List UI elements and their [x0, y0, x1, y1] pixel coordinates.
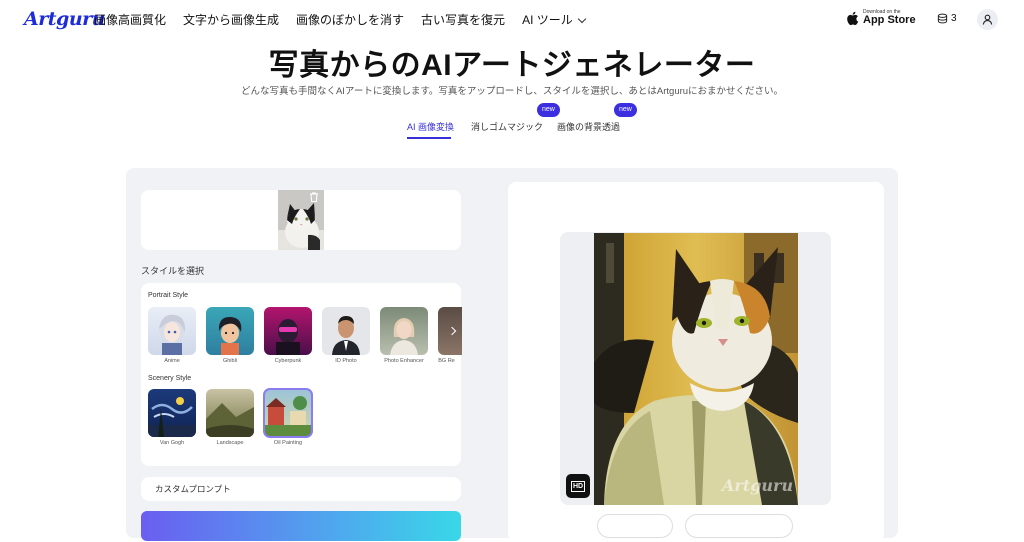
custom-prompt-label: カスタムプロンプト	[155, 484, 231, 494]
style-landscape[interactable]	[206, 389, 254, 437]
new-badge: new	[614, 103, 637, 117]
nav-links: 画像高画質化 文字から画像生成 画像のぼかしを消す 古い写真を復元 AI ツール	[94, 11, 586, 28]
scenery-style-label: Scenery Style	[148, 375, 192, 382]
action-button[interactable]	[685, 514, 793, 538]
style-name: Photo Enhancer	[384, 358, 424, 364]
user-avatar-button[interactable]	[977, 9, 998, 30]
tab-magic-eraser[interactable]: 消しゴムマジック	[471, 120, 543, 133]
app-store-button[interactable]: Download on the App Store	[846, 10, 916, 26]
watermark: Artguru	[722, 476, 794, 495]
coins-stack-icon	[937, 13, 948, 24]
hd-upscale-button[interactable]: HD	[566, 474, 590, 498]
style-ghibli[interactable]	[206, 307, 254, 355]
action-button[interactable]	[597, 514, 673, 538]
new-badge: new	[537, 103, 560, 117]
tab-remove-background[interactable]: 画像の背景透過	[557, 120, 620, 133]
style-anime[interactable]	[148, 307, 196, 355]
credits-counter[interactable]: 3	[937, 13, 957, 24]
chevron-down-icon	[577, 14, 586, 24]
delete-icon[interactable]	[308, 191, 320, 203]
top-nav: Artguru 画像高画質化 文字から画像生成 画像のぼかしを消す 古い写真を復…	[0, 0, 1024, 38]
style-name: Anime	[164, 358, 180, 364]
generate-button[interactable]	[141, 511, 461, 541]
apple-icon	[847, 11, 859, 25]
scroll-right-button[interactable]	[443, 318, 461, 344]
credits-count: 3	[951, 13, 957, 24]
user-icon	[982, 14, 993, 25]
nav-link-unblur[interactable]: 画像のぼかしを消す	[296, 11, 404, 28]
style-photo-enhancer[interactable]	[380, 307, 428, 355]
style-name: Van Gogh	[159, 440, 185, 446]
hd-icon: HD	[570, 480, 586, 492]
app-store-big: App Store	[863, 14, 916, 26]
style-cyberpunk[interactable]	[264, 307, 312, 355]
nav-link-text-to-image[interactable]: 文字から画像生成	[183, 11, 279, 28]
active-tab-indicator	[407, 137, 451, 139]
chevron-right-icon	[447, 326, 457, 336]
portrait-style-label: Portrait Style	[148, 292, 189, 299]
nav-link-upscale[interactable]: 画像高画質化	[94, 11, 166, 28]
style-name: Ghibli	[222, 358, 238, 364]
nav-link-ai-tools[interactable]: AI ツール	[522, 11, 586, 28]
page-subtitle: どんな写真も手間なくAIアートに変換します。写真をアップロードし、スタイルを選択…	[240, 86, 784, 97]
logo[interactable]: Artguru	[24, 8, 105, 30]
style-name: ID Photo	[335, 358, 357, 364]
style-name: Landscape	[216, 440, 244, 446]
style-section-label: スタイルを選択	[141, 266, 205, 276]
app-store-text: Download on the App Store	[863, 10, 916, 26]
style-name: Cyberpunk	[274, 358, 302, 364]
style-name: Oil Painting	[273, 440, 303, 446]
generated-image	[594, 233, 798, 505]
page-title: 写真からのAIアートジェネレーター	[268, 49, 756, 82]
style-van-gogh[interactable]	[148, 389, 196, 437]
nav-link-restore[interactable]: 古い写真を復元	[421, 11, 505, 28]
nav-link-ai-tools-label: AI ツール	[522, 13, 573, 27]
style-name: BG Re	[438, 358, 455, 364]
tab-ai-image[interactable]: AI 画像変換	[407, 120, 454, 133]
style-id-photo[interactable]	[322, 307, 370, 355]
style-oil-painting[interactable]	[263, 388, 313, 438]
